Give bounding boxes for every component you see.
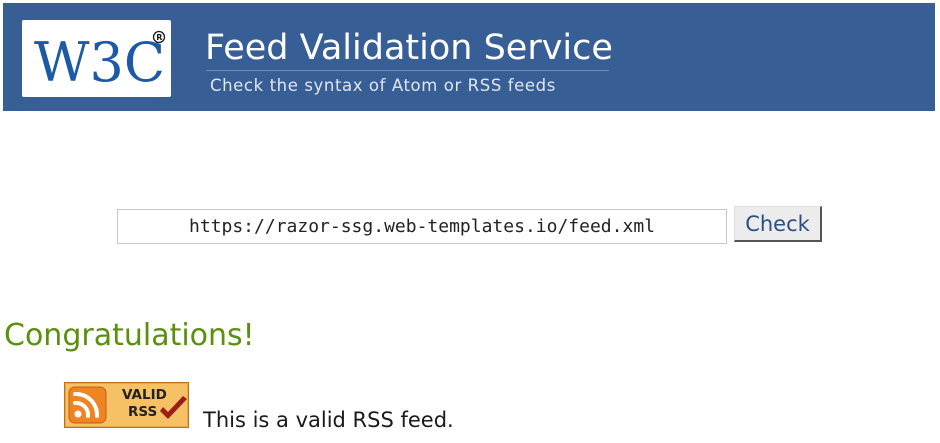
badge-label-valid: VALID bbox=[122, 387, 167, 403]
result-heading: Congratulations! bbox=[4, 318, 255, 353]
feed-url-input[interactable] bbox=[117, 209, 727, 244]
header-banner: W3C R Feed Validation Service Check the … bbox=[3, 3, 935, 111]
title-divider bbox=[206, 70, 609, 71]
page-title: Feed Validation Service bbox=[205, 28, 613, 68]
feed-validator-page: W3C R Feed Validation Service Check the … bbox=[0, 0, 940, 443]
w3c-logo[interactable]: W3C R bbox=[22, 20, 171, 97]
page-subtitle: Check the syntax of Atom or RSS feeds bbox=[210, 76, 556, 95]
badge-label-rss: RSS bbox=[128, 404, 158, 420]
w3c-logo-text: W3C bbox=[34, 31, 165, 94]
valid-rss-badge[interactable]: VALID RSS bbox=[64, 382, 190, 428]
rss-icon bbox=[68, 386, 107, 424]
check-button[interactable]: Check bbox=[734, 206, 822, 242]
result-message: This is a valid RSS feed. bbox=[203, 408, 454, 432]
w3c-logo-mark: W3C R bbox=[34, 30, 165, 94]
registered-mark-letter: R bbox=[156, 33, 162, 42]
